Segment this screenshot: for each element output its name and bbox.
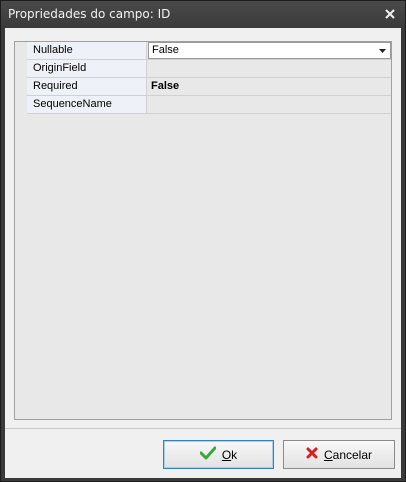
- property-value[interactable]: [148, 60, 391, 77]
- property-name: SequenceName: [27, 96, 147, 113]
- ok-button[interactable]: Ok: [163, 440, 274, 469]
- property-name: Required: [27, 78, 147, 95]
- dialog-body: Nullable False OriginField Required Fals…: [5, 28, 401, 478]
- chevron-down-icon[interactable]: [376, 44, 389, 57]
- cancel-label: Cancelar: [323, 447, 373, 462]
- property-grid[interactable]: Nullable False OriginField Required Fals…: [14, 41, 392, 420]
- checkmark-icon: [199, 446, 217, 463]
- row-gutter: [15, 60, 27, 78]
- x-icon: [306, 447, 318, 462]
- property-row-sequencename[interactable]: SequenceName: [15, 96, 391, 114]
- property-value[interactable]: False: [148, 78, 391, 95]
- property-value-dropdown[interactable]: False: [148, 42, 391, 59]
- window-title: Propriedades do campo: ID: [8, 7, 171, 21]
- title-bar[interactable]: Propriedades do campo: ID: [1, 1, 405, 28]
- property-name: Nullable: [27, 42, 147, 59]
- cancel-button[interactable]: Cancelar: [283, 440, 395, 469]
- ok-label: Ok: [221, 447, 238, 462]
- property-row-originfield[interactable]: OriginField: [15, 60, 391, 78]
- property-value: False: [152, 44, 179, 56]
- row-gutter: [15, 78, 27, 96]
- property-value[interactable]: [148, 96, 391, 113]
- property-row-nullable[interactable]: Nullable False: [15, 42, 391, 60]
- property-row-required[interactable]: Required False: [15, 78, 391, 96]
- property-name: OriginField: [27, 60, 147, 77]
- row-gutter: [15, 42, 27, 60]
- button-bar: Ok Cancelar: [5, 428, 401, 478]
- row-gutter: [15, 96, 27, 114]
- properties-dialog: Propriedades do campo: ID Nullable False…: [0, 0, 406, 482]
- close-icon[interactable]: [381, 5, 399, 23]
